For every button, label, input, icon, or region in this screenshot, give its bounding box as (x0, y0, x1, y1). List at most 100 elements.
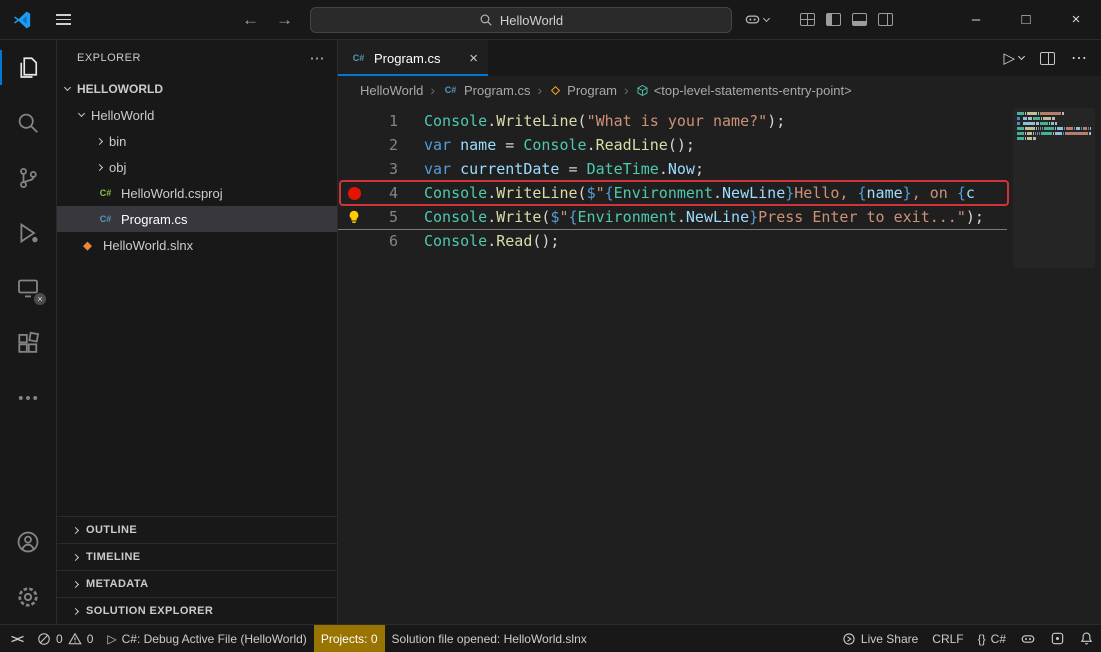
notifications-status[interactable] (1072, 625, 1101, 652)
glyph-margin[interactable] (338, 229, 370, 253)
code-text[interactable]: Console.Write($"{Environment.NewLine}Pre… (398, 205, 1009, 229)
section-outline[interactable]: OUTLINE (57, 516, 337, 543)
language-status[interactable]: {} C# (971, 625, 1013, 652)
chevron-right-icon (96, 137, 103, 144)
class-symbol-icon (549, 84, 562, 97)
back-button[interactable]: ← (242, 0, 259, 39)
code-line[interactable]: 1 Console.WriteLine("What is your name?"… (338, 109, 1009, 133)
search-value: HelloWorld (500, 13, 563, 28)
run-and-debug-icon[interactable] (0, 205, 56, 260)
tree-folder-bin[interactable]: bin (57, 128, 337, 154)
split-editor-icon[interactable] (1040, 52, 1055, 65)
tab-program-cs[interactable]: C# Program.cs × (338, 40, 488, 76)
remote-indicator[interactable]: >< (4, 625, 30, 652)
breadcrumb-file[interactable]: C# Program.cs (442, 82, 530, 98)
section-label: METADATA (86, 578, 148, 590)
errors-count: 0 (56, 632, 63, 646)
code-text[interactable]: Console.WriteLine($"{Environment.NewLine… (398, 181, 1009, 205)
eol-status[interactable]: CRLF (925, 625, 970, 652)
tree-folder-helloworld[interactable]: HelloWorld (57, 102, 337, 128)
search-icon[interactable] (0, 95, 56, 150)
chevron-right-icon (96, 163, 103, 170)
code-line[interactable]: 2 var name = Console.ReadLine(); (338, 133, 1009, 157)
remote-icon: >< (11, 632, 23, 646)
settings-gear-icon[interactable] (0, 569, 56, 624)
cs-file-icon: C# (442, 82, 459, 98)
title-bar: ← → HelloWorld – □ × (0, 0, 1101, 40)
explorer-icon[interactable] (0, 40, 56, 95)
tree-file-program-cs[interactable]: C# Program.cs (57, 206, 337, 232)
glyph-margin[interactable] (338, 205, 370, 229)
debug-icon: ▷ (107, 632, 116, 646)
vscode-window: ← → HelloWorld – □ × (0, 0, 1101, 652)
glyph-margin[interactable] (338, 109, 370, 133)
minimap[interactable] (1017, 112, 1091, 142)
minimize-button[interactable]: – (951, 0, 1001, 39)
tree-root-helloworld[interactable]: HELLOWORLD (57, 76, 337, 102)
live-share-status[interactable]: Live Share (835, 625, 925, 652)
section-timeline[interactable]: TIMELINE (57, 543, 337, 570)
remote-explorer-icon[interactable]: × (0, 260, 56, 315)
copilot-icon (1020, 631, 1036, 647)
language-label: C# (991, 632, 1006, 646)
line-number: 3 (370, 157, 398, 181)
customize-layout-icon[interactable] (800, 13, 815, 26)
views-more-actions-icon[interactable]: ⋯ (310, 49, 326, 67)
debug-label: C#: Debug Active File (HelloWorld) (122, 632, 307, 646)
toggle-secondary-sidebar-icon[interactable] (878, 13, 893, 26)
tree-file-slnx[interactable]: ◆ HelloWorld.slnx (57, 232, 337, 258)
code-text[interactable]: Console.Read(); (398, 229, 1009, 253)
tree-label: HelloWorld (91, 108, 154, 123)
code-editor[interactable]: 1 Console.WriteLine("What is your name?"… (338, 104, 1101, 624)
copilot-status[interactable] (1013, 625, 1043, 652)
tree-folder-obj[interactable]: obj (57, 154, 337, 180)
run-button[interactable]: ▷ (1003, 49, 1024, 67)
code-line[interactable]: 6 Console.Read(); (338, 229, 1009, 253)
tree-label: Program.cs (121, 212, 187, 227)
glyph-margin[interactable] (338, 133, 370, 157)
lightbulb-icon[interactable] (347, 210, 361, 224)
code-line-current[interactable]: 5 Console.Write($"{Environment.NewLine}P… (338, 205, 1009, 229)
code-line-breakpoint[interactable]: 4 Console.WriteLine($"{Environment.NewLi… (338, 181, 1009, 205)
code-line[interactable]: 3 var currentDate = DateTime.Now; (338, 157, 1009, 181)
errors-icon (37, 632, 51, 646)
debug-status[interactable]: ▷ C#: Debug Active File (HelloWorld) (100, 625, 313, 652)
breadcrumb-label: <top-level-statements-entry-point> (654, 83, 852, 98)
toggle-panel-icon[interactable] (852, 13, 867, 26)
forward-button[interactable]: → (276, 0, 293, 39)
status-bar: >< 0 0 ▷ C#: Debug Active File (HelloWor… (0, 624, 1101, 652)
tree-file-csproj[interactable]: C# HelloWorld.csproj (57, 180, 337, 206)
source-control-icon[interactable] (0, 150, 56, 205)
problems-status[interactable]: 0 0 (30, 625, 100, 652)
close-button[interactable]: × (1051, 0, 1101, 39)
copilot-menu-button[interactable] (744, 0, 769, 39)
breadcrumb-class[interactable]: Program (549, 83, 617, 98)
solution-status[interactable]: Solution file opened: HelloWorld.slnx (385, 625, 594, 652)
projects-label: Projects: 0 (321, 632, 378, 646)
csharp-devkit-status[interactable] (1043, 625, 1072, 652)
editor-more-actions-icon[interactable]: ⋯ (1071, 48, 1087, 68)
copilot-icon (744, 11, 761, 28)
code-lines: 1 Console.WriteLine("What is your name?"… (338, 109, 1009, 253)
breakpoint-icon[interactable] (348, 187, 361, 200)
breadcrumb-entry-point[interactable]: <top-level-statements-entry-point> (636, 83, 852, 98)
code-text[interactable]: var name = Console.ReadLine(); (398, 133, 1009, 157)
code-text[interactable]: var currentDate = DateTime.Now; (398, 157, 1009, 181)
tree-label: HelloWorld.slnx (103, 238, 193, 253)
maximize-button[interactable]: □ (1001, 0, 1051, 39)
glyph-margin[interactable] (338, 181, 370, 205)
menu-icon[interactable] (56, 0, 71, 39)
breadcrumb-project[interactable]: HelloWorld (360, 83, 423, 98)
section-metadata[interactable]: METADATA (57, 570, 337, 597)
extensions-icon[interactable] (0, 315, 56, 370)
command-center-search[interactable]: HelloWorld (310, 7, 732, 33)
more-actions-icon[interactable] (0, 370, 56, 425)
toggle-sidebar-icon[interactable] (826, 13, 841, 26)
chevron-down-icon (78, 110, 85, 117)
glyph-margin[interactable] (338, 157, 370, 181)
accounts-icon[interactable] (0, 514, 56, 569)
section-solution-explorer[interactable]: SOLUTION EXPLORER (57, 597, 337, 624)
code-text[interactable]: Console.WriteLine("What is your name?"); (398, 109, 1009, 133)
projects-status[interactable]: Projects: 0 (314, 625, 385, 652)
tab-close-icon[interactable]: × (469, 50, 478, 67)
